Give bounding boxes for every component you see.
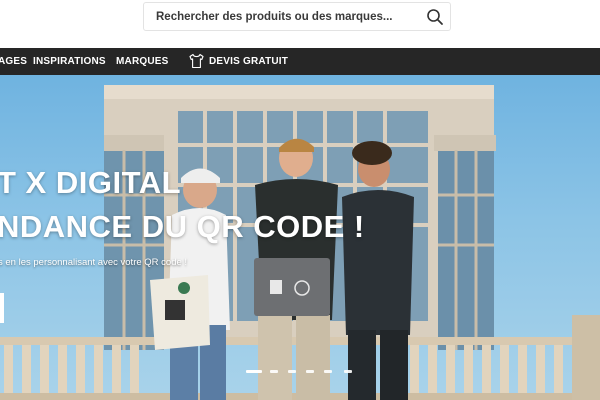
tshirt-icon: [189, 53, 204, 69]
hero-title-line2: NDANCE DU QR CODE !: [0, 209, 365, 244]
carousel-dot[interactable]: [246, 370, 262, 373]
carousel-dot[interactable]: [270, 370, 278, 373]
search-bar: [143, 2, 451, 31]
hero-subtitle: s en les personnalisant avec votre QR co…: [0, 257, 188, 268]
nav-item-inspirations[interactable]: INSPIRATIONS: [33, 48, 106, 75]
hero-title-line1: T X DIGITAL: [0, 165, 182, 200]
nav-item-devis-gratuit[interactable]: DEVIS GRATUIT: [209, 48, 288, 75]
search-button[interactable]: [426, 8, 444, 26]
carousel-dot[interactable]: [306, 370, 314, 373]
search-icon: [427, 9, 443, 25]
search-input[interactable]: [144, 3, 414, 30]
main-nav: AGES INSPIRATIONS MARQUES DEVIS GRATUIT: [0, 48, 600, 75]
nav-item-ages[interactable]: AGES: [0, 48, 27, 75]
header: [0, 0, 600, 48]
hero-cta-button[interactable]: [0, 293, 4, 323]
carousel-dot[interactable]: [344, 370, 352, 373]
carousel-dot[interactable]: [288, 370, 296, 373]
hero-banner[interactable]: T X DIGITAL NDANCE DU QR CODE ! s en les…: [0, 75, 600, 400]
carousel-dot[interactable]: [324, 370, 332, 373]
nav-item-marques[interactable]: MARQUES: [116, 48, 169, 75]
